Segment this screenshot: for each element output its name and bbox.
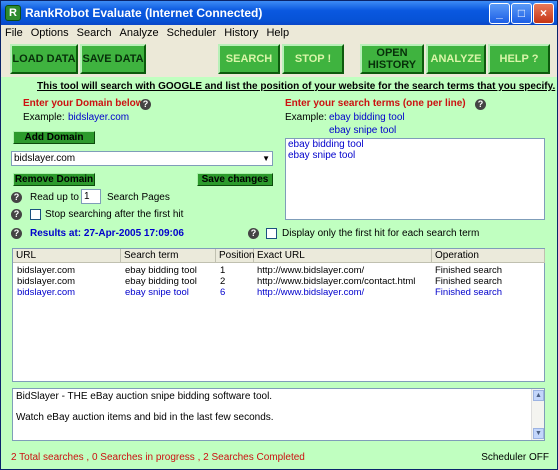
cell-pos: 6 <box>220 287 226 298</box>
remove-domain-button[interactable]: Remove Domain <box>13 173 95 186</box>
cell-url: bidslayer.com <box>17 276 76 287</box>
analyze-button[interactable]: ANALYZE <box>426 44 486 74</box>
domain-selected: bidslayer.com <box>14 153 76 164</box>
scroll-up-icon[interactable]: ▲ <box>533 390 544 401</box>
read-pages-help-icon[interactable]: ? <box>11 192 22 203</box>
status-summary: 2 Total searches , 0 Searches in progres… <box>11 452 305 463</box>
results-table[interactable]: URL Search term Position Exact URL Opera… <box>12 248 545 382</box>
minimize-button[interactable]: _ <box>489 3 510 24</box>
cell-op: Finished search <box>435 265 503 276</box>
results-timestamp: Results at: 27-Apr-2005 17:09:06 <box>30 228 184 239</box>
read-up-to-label: Read up to <box>30 192 79 203</box>
search-pages-label: Search Pages <box>107 192 170 203</box>
scroll-down-icon[interactable]: ▼ <box>533 428 544 439</box>
description-line-2: Watch eBay auction items and bid in the … <box>16 412 274 423</box>
maximize-button[interactable]: □ <box>511 3 532 24</box>
cell-exact: http://www.bidslayer.com/ <box>257 287 365 298</box>
cell-url: bidslayer.com <box>17 265 76 276</box>
open-history-label-1: OPEN <box>376 47 408 59</box>
search-term-line: ebay bidding tool <box>288 139 364 150</box>
domain-heading: Enter your Domain below <box>23 98 144 109</box>
menu-bar: File Options Search Analyze Scheduler History… <box>1 25 557 41</box>
col-exact-url[interactable]: Exact URL <box>254 249 432 263</box>
add-domain-button[interactable]: Add Domain <box>13 131 95 144</box>
cell-url: bidslayer.com <box>17 287 76 298</box>
window-title: RankRobot Evaluate (Internet Connected) <box>25 6 263 20</box>
stop-first-hit-label: Stop searching after the first hit <box>45 209 184 220</box>
help-button[interactable]: HELP ? <box>488 44 550 74</box>
domain-help-icon[interactable]: ? <box>140 99 151 110</box>
terms-heading: Enter your search terms (one per line) <box>285 98 466 109</box>
col-search-term[interactable]: Search term <box>121 249 216 263</box>
display-first-help-icon[interactable]: ? <box>248 228 259 239</box>
pages-input[interactable]: 1 <box>81 189 101 204</box>
cell-pos: 1 <box>220 265 226 276</box>
description-box[interactable]: BidSlayer - THE eBay auction snipe biddi… <box>12 388 545 441</box>
terms-example-label: Example: <box>285 112 327 123</box>
app-window: R RankRobot Evaluate (Internet Connected… <box>0 0 558 470</box>
domain-example-label: Example: <box>23 112 65 123</box>
results-header: URL Search term Position Exact URL Opera… <box>13 249 545 263</box>
menu-scheduler[interactable]: Scheduler <box>163 25 221 41</box>
display-first-checkbox[interactable] <box>266 228 277 239</box>
stop-button[interactable]: STOP ! <box>282 44 344 74</box>
table-row[interactable]: bidslayer.com ebay bidding tool 2 http://ww… <box>13 276 544 287</box>
terms-help-icon[interactable]: ? <box>475 99 486 110</box>
col-operation[interactable]: Operation <box>432 249 545 263</box>
menu-analyze[interactable]: Analyze <box>116 25 163 41</box>
stop-first-hit-checkbox[interactable] <box>30 209 41 220</box>
description-line-1: BidSlayer - THE eBay auction snipe biddi… <box>16 391 273 402</box>
domain-example-value: bidslayer.com <box>68 112 130 123</box>
toolbar: LOAD DATA SAVE DATA SEARCH STOP ! OPEN H… <box>1 41 557 77</box>
description-scrollbar[interactable]: ▲ ▼ <box>531 389 544 440</box>
scheduler-status: Scheduler OFF <box>481 452 549 463</box>
stop-first-help-icon[interactable]: ? <box>11 209 22 220</box>
cell-op: Finished search <box>435 276 503 287</box>
terms-example-1: ebay bidding tool <box>329 112 405 123</box>
menu-options[interactable]: Options <box>27 25 73 41</box>
intro-text: This tool will search with GOOGLE and li… <box>37 81 556 92</box>
open-history-button[interactable]: OPEN HISTORY <box>360 44 424 74</box>
results-help-icon[interactable]: ? <box>11 228 22 239</box>
search-button[interactable]: SEARCH <box>218 44 280 74</box>
table-row[interactable]: bidslayer.com ebay bidding tool 1 http://ww… <box>13 265 544 276</box>
table-row[interactable]: bidslayer.com ebay snipe tool 6 http://www.… <box>13 287 544 298</box>
menu-history[interactable]: History <box>220 25 262 41</box>
menu-help[interactable]: Help <box>262 25 293 41</box>
col-url[interactable]: URL <box>13 249 121 263</box>
col-position[interactable]: Position <box>216 249 255 263</box>
save-data-button[interactable]: SAVE DATA <box>80 44 146 74</box>
close-button[interactable]: × <box>533 3 554 24</box>
cell-term: ebay bidding tool <box>125 276 197 287</box>
menu-file[interactable]: File <box>1 25 27 41</box>
app-icon: R <box>5 5 21 21</box>
cell-pos: 2 <box>220 276 226 287</box>
cell-exact: http://www.bidslayer.com/contact.html <box>257 276 416 287</box>
domain-select[interactable]: bidslayer.com ▼ <box>11 151 273 166</box>
cell-term: ebay bidding tool <box>125 265 197 276</box>
cell-term: ebay snipe tool <box>125 287 189 298</box>
terms-example-2: ebay snipe tool <box>329 125 397 136</box>
menu-search[interactable]: Search <box>73 25 116 41</box>
display-first-label: Display only the first hit for each sear… <box>282 228 480 239</box>
search-terms-textarea[interactable]: ebay bidding tool ebay snipe tool <box>285 138 545 220</box>
title-bar: R RankRobot Evaluate (Internet Connected… <box>1 1 557 25</box>
load-data-button[interactable]: LOAD DATA <box>10 44 78 74</box>
chevron-down-icon[interactable]: ▼ <box>262 152 270 165</box>
save-changes-button[interactable]: Save changes <box>197 173 273 186</box>
search-term-line: ebay snipe tool <box>288 150 356 161</box>
cell-op: Finished search <box>435 287 503 298</box>
cell-exact: http://www.bidslayer.com/ <box>257 265 365 276</box>
open-history-label-2: HISTORY <box>367 59 417 71</box>
